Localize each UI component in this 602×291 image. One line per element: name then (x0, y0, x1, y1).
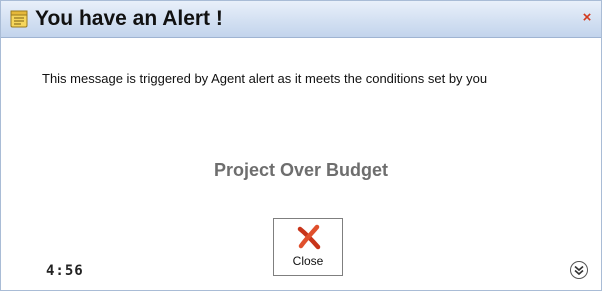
close-button-label: Close (292, 254, 324, 268)
close-icon[interactable]: × (579, 10, 595, 26)
double-chevron-down-icon[interactable] (569, 260, 589, 280)
window-title: You have an Alert ! (35, 7, 223, 30)
countdown-timer: 4:56 (46, 263, 84, 279)
close-button[interactable]: Close (273, 218, 343, 276)
red-x-icon (296, 224, 322, 250)
alert-subject: Project Over Budget (213, 160, 389, 180)
title-bar: You have an Alert ! × (1, 1, 601, 38)
alert-message: This message is triggered by Agent alert… (42, 71, 488, 86)
alert-note-icon (9, 9, 29, 29)
alert-window: You have an Alert ! × This message is tr… (0, 0, 602, 291)
